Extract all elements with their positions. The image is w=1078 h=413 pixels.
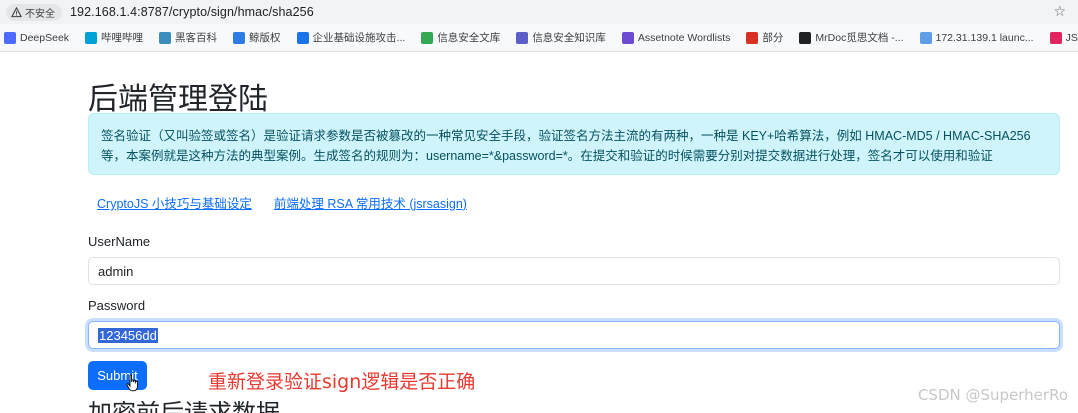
bookmark-item[interactable]: 哔哩哔哩 bbox=[85, 30, 143, 45]
bookmark-item[interactable]: 黑客百科 bbox=[159, 30, 217, 45]
cryptojs-tips-link[interactable]: CryptoJS 小技巧与基础设定 bbox=[97, 193, 252, 212]
url-text[interactable]: 192.168.1.4:8787/crypto/sign/hmac/sha256 bbox=[70, 5, 314, 19]
insecure-badge[interactable]: 不安全 bbox=[6, 3, 62, 21]
bookmarks-bar: DeepSeek 哔哩哔哩 黑客百科 鲸版权 企业基础设施攻击... 信息安全文库 信息安全… bbox=[0, 24, 1078, 52]
js-icon bbox=[1049, 31, 1062, 44]
bookmark-label: 部分 bbox=[762, 32, 784, 44]
password-value: 123456dd bbox=[98, 327, 158, 343]
bookmark-star-icon[interactable]: ☆ bbox=[1053, 3, 1066, 20]
bookmark-item[interactable]: JS逆向靶场 bbox=[1049, 30, 1078, 45]
bookmark-item[interactable]: 企业基础设施攻击... bbox=[296, 30, 406, 45]
cube-icon bbox=[296, 31, 309, 44]
bookmark-item[interactable]: 信息安全知识库 bbox=[516, 30, 606, 45]
bookmark-item[interactable]: 信息安全文库 bbox=[421, 30, 500, 45]
warning-icon bbox=[11, 6, 22, 17]
shield-red-icon bbox=[746, 31, 759, 44]
username-label: UserName bbox=[88, 234, 151, 249]
bookmark-item[interactable]: DeepSeek bbox=[4, 31, 70, 44]
username-value: admin bbox=[98, 263, 134, 279]
bookmark-label: 信息安全知识库 bbox=[532, 32, 606, 44]
diamond-icon bbox=[516, 31, 529, 44]
red-annotation: 重新登录验证sign逻辑是否正确 bbox=[208, 371, 476, 393]
bookmark-label: MrDoc觅思文档 -... bbox=[815, 32, 904, 44]
network-icon bbox=[919, 31, 932, 44]
mrdoc-icon bbox=[799, 31, 812, 44]
whale-icon bbox=[233, 31, 246, 44]
bookmark-label: 企业基础设施攻击... bbox=[312, 32, 406, 44]
bookmark-item[interactable]: 部分 bbox=[746, 30, 783, 45]
bookmark-item[interactable]: 172.31.139.1 launc... bbox=[919, 31, 1034, 44]
deepseek-icon bbox=[4, 31, 16, 44]
bookmark-item[interactable]: MrDoc觅思文档 -... bbox=[799, 30, 904, 45]
bookmark-label: Assetnote Wordlists bbox=[637, 31, 731, 44]
bookmark-label: 黑客百科 bbox=[175, 32, 218, 44]
bookmark-label: 信息安全文库 bbox=[437, 32, 501, 44]
bookmark-label: JS逆向靶场 bbox=[1065, 32, 1078, 44]
hacker-wiki-icon bbox=[159, 31, 172, 44]
shield-icon bbox=[421, 31, 434, 44]
bookmark-label: 172.31.139.1 launc... bbox=[935, 31, 1034, 44]
bookmark-label: DeepSeek bbox=[20, 31, 70, 44]
page-title: 后端管理登陆 bbox=[88, 82, 268, 117]
bookmark-label: 鲸版权 bbox=[249, 32, 281, 44]
csdn-watermark: CSDN @SuperherRo bbox=[917, 386, 1068, 404]
insecure-label: 不安全 bbox=[25, 8, 55, 20]
username-input[interactable]: admin bbox=[88, 257, 1060, 285]
bookmark-label: 哔哩哔哩 bbox=[101, 32, 144, 44]
triangle-icon bbox=[621, 31, 634, 44]
hand-cursor-icon bbox=[126, 374, 138, 392]
related-links: CryptoJS 小技巧与基础设定 前端处理 RSA 常用技术 (jsrsasi… bbox=[97, 193, 467, 212]
next-section-heading: 加密前后请求数据 bbox=[88, 401, 280, 413]
info-alert: 签名验证（又叫验签或签名）是验证请求参数是否被篡改的一种常见安全手段，验证签名方… bbox=[88, 113, 1060, 175]
jsrsasign-link[interactable]: 前端处理 RSA 常用技术 (jsrsasign) bbox=[274, 193, 467, 212]
bookmark-item[interactable]: 鲸版权 bbox=[233, 30, 281, 45]
password-label: Password bbox=[88, 298, 146, 313]
password-input[interactable]: 123456dd bbox=[88, 321, 1060, 349]
bookmark-item[interactable]: Assetnote Wordlists bbox=[621, 31, 731, 44]
bilibili-icon bbox=[85, 31, 98, 44]
address-bar[interactable]: 不安全 192.168.1.4:8787/crypto/sign/hmac/sh… bbox=[0, 0, 1078, 24]
